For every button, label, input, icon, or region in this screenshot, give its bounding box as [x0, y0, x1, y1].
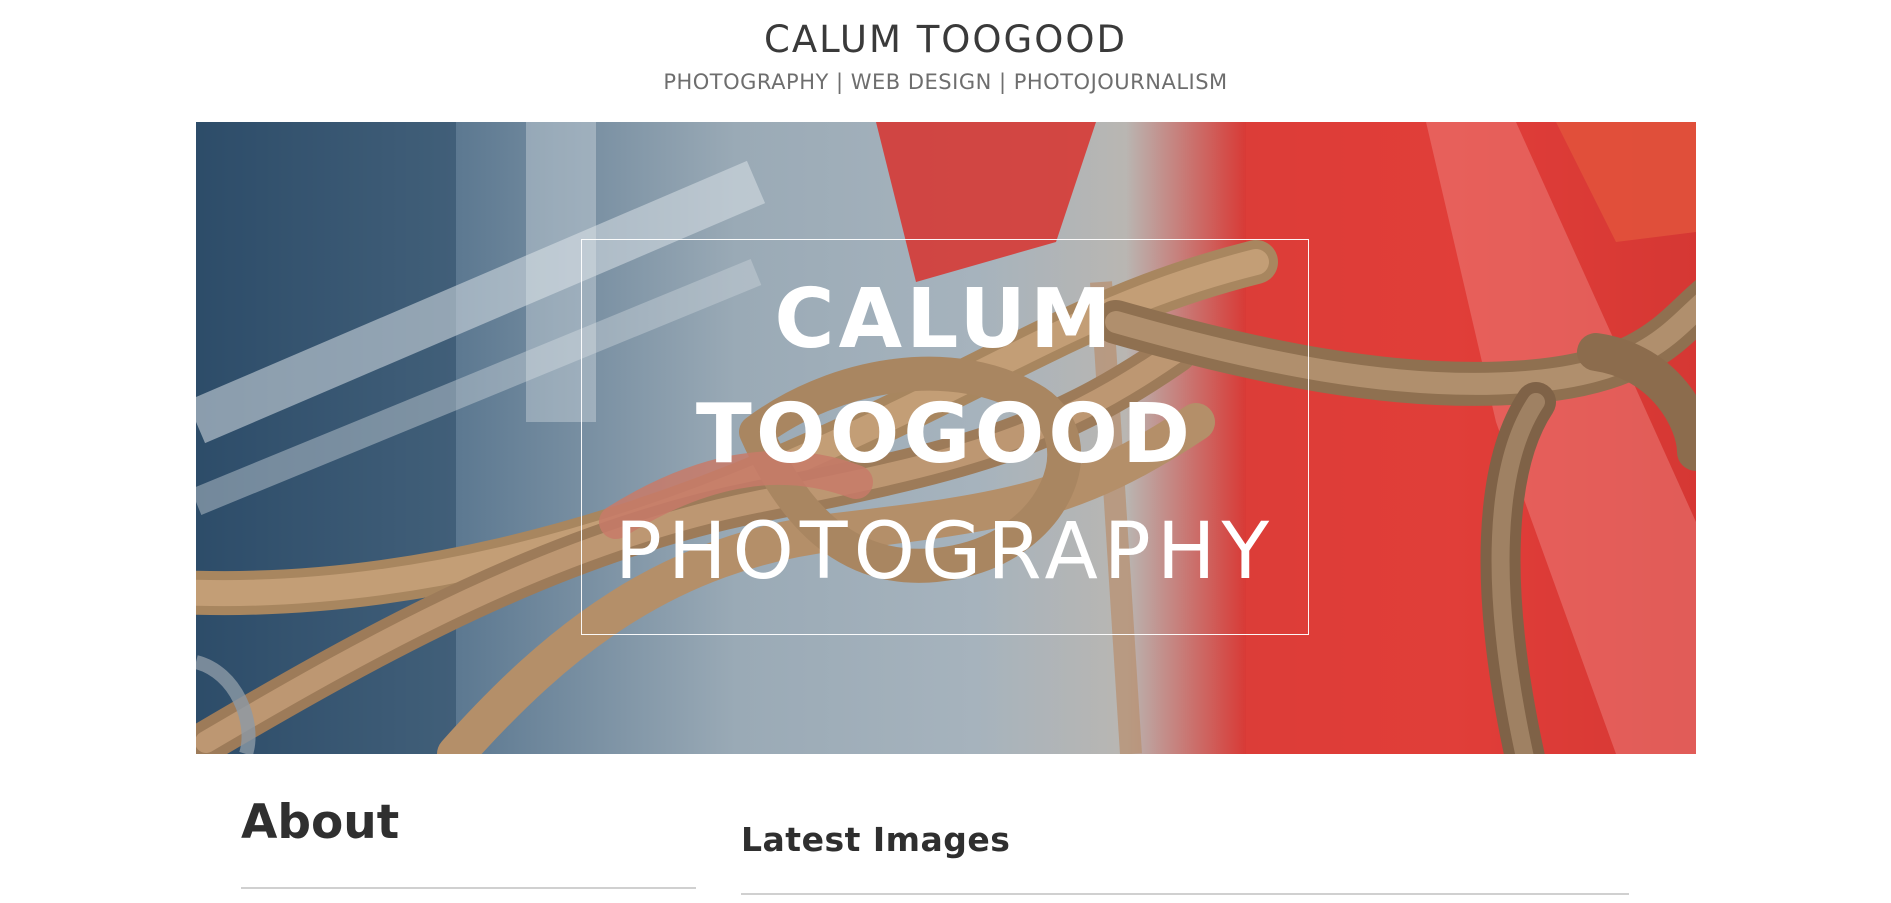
hero-title-line-3: PHOTOGRAPHY — [614, 507, 1276, 597]
about-heading: About — [241, 795, 400, 850]
hero-title-line-1: CALUM — [774, 272, 1116, 367]
latest-images-divider — [741, 893, 1629, 895]
latest-images-heading: Latest Images — [741, 820, 1011, 859]
about-divider — [241, 887, 696, 889]
site-tagline: PHOTOGRAPHY | WEB DESIGN | PHOTOJOURNALI… — [663, 70, 1228, 94]
hero-title-line-2: TOOGOOD — [695, 387, 1195, 482]
hero-title-box: CALUM TOOGOOD PHOTOGRAPHY — [581, 239, 1309, 635]
hero-banner: CALUM TOOGOOD PHOTOGRAPHY — [196, 122, 1696, 754]
site-title[interactable]: CALUM TOOGOOD — [0, 16, 1891, 64]
